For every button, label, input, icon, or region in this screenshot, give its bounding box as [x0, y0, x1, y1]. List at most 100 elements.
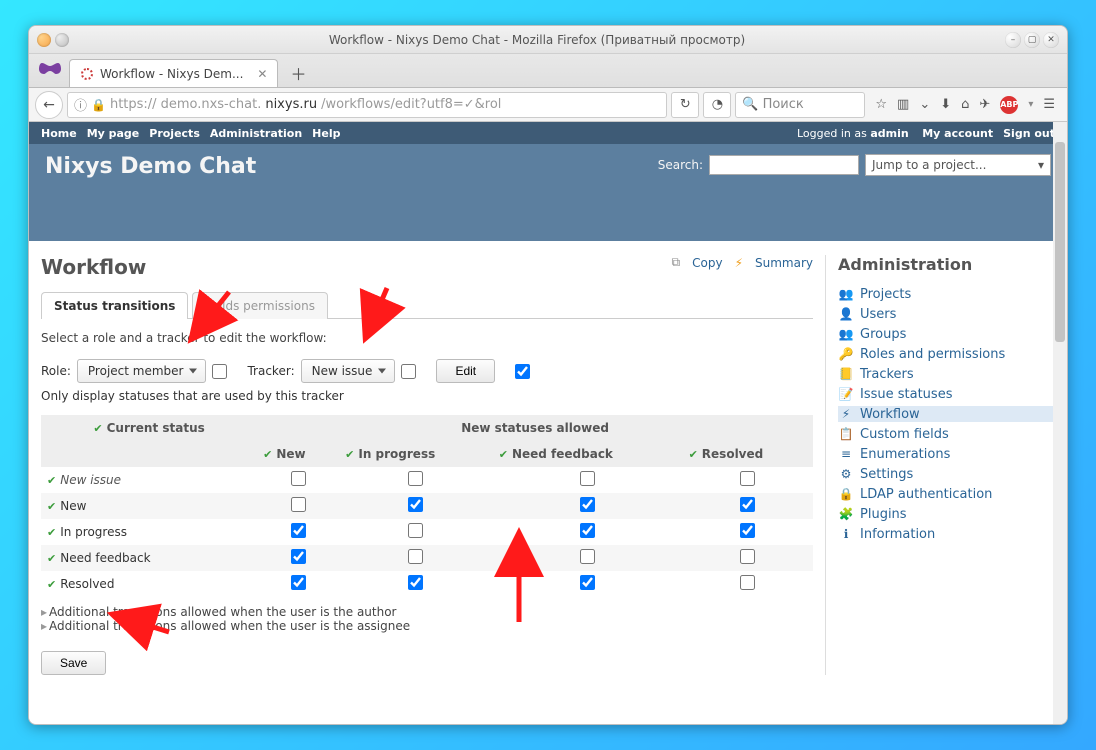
header-search-input[interactable]: [709, 155, 859, 175]
transition-checkbox[interactable]: [580, 523, 595, 538]
edit-button[interactable]: Edit: [436, 359, 495, 383]
transition-checkbox[interactable]: [740, 549, 755, 564]
browser-tabstrip: Workflow - Nixys Dem... ✕ ＋: [29, 54, 1067, 88]
sidebar-item-settings[interactable]: ⚙Settings: [838, 466, 1055, 482]
role-all-checkbox[interactable]: [212, 364, 227, 379]
topmenu-sign-out[interactable]: Sign out: [1003, 127, 1055, 140]
url-sub: demo.nxs-chat.: [161, 97, 262, 112]
tab-close-icon[interactable]: ✕: [257, 67, 267, 81]
sidebar-item-enumerations[interactable]: ≡Enumerations: [838, 446, 1055, 462]
window-titlebar: Workflow - Nixys Demo Chat - Mozilla Fir…: [29, 26, 1067, 54]
sidebar-item-groups[interactable]: 👥Groups: [838, 326, 1055, 342]
tab-status-transitions[interactable]: Status transitions: [41, 292, 188, 319]
sidebar-item-projects[interactable]: 👥Projects: [838, 286, 1055, 302]
transition-checkbox[interactable]: [580, 575, 595, 590]
reader-button[interactable]: ◔: [703, 92, 731, 118]
browser-search[interactable]: 🔍 Поиск: [735, 92, 865, 118]
reload-button[interactable]: ↻: [671, 92, 699, 118]
tracker-all-checkbox[interactable]: [401, 364, 416, 379]
sidebar-item-issue-statuses[interactable]: 📝Issue statuses: [838, 386, 1055, 402]
home-icon[interactable]: ⌂: [961, 97, 969, 112]
status-col-in-progress: ✔In progress: [339, 441, 493, 467]
tracker-dropdown[interactable]: New issue: [301, 359, 396, 383]
sidebar-icon: 🔒: [838, 486, 854, 502]
transition-checkbox[interactable]: [740, 497, 755, 512]
vertical-scrollbar[interactable]: [1053, 122, 1067, 724]
transition-checkbox[interactable]: [291, 497, 306, 512]
tab-fields-permissions[interactable]: Fields permissions: [192, 292, 328, 319]
adblock-icon[interactable]: ABP: [1000, 96, 1018, 114]
library-icon[interactable]: ▥: [897, 97, 909, 112]
header-search-label: Search:: [658, 158, 703, 172]
sidebar-icon: 👥: [838, 286, 854, 302]
menu-icon[interactable]: ☰: [1043, 97, 1055, 112]
topmenu-help[interactable]: Help: [312, 127, 340, 140]
table-row: ✔New issue: [41, 467, 813, 493]
transition-checkbox[interactable]: [408, 575, 423, 590]
sidebar-item-trackers[interactable]: 📒Trackers: [838, 366, 1055, 382]
sidebar-icon: ≡: [838, 446, 854, 462]
sidebar-item-custom-fields[interactable]: 📋Custom fields: [838, 426, 1055, 442]
maximize-button[interactable]: ▢: [1024, 32, 1040, 48]
adblock-dropdown-icon[interactable]: ▾: [1028, 99, 1033, 110]
project-jump-dropdown[interactable]: Jump to a project...▾: [865, 154, 1051, 176]
sidebar-item-roles-and-permissions[interactable]: 🔑 Roles and permissions: [838, 346, 1055, 362]
workspace-indicator: [37, 33, 51, 47]
transition-checkbox[interactable]: [408, 471, 423, 486]
sidebar-icon: ⚙: [838, 466, 854, 482]
topmenu-projects[interactable]: Projects: [149, 127, 200, 140]
copy-link[interactable]: Copy: [692, 256, 722, 270]
back-button[interactable]: ←: [35, 91, 63, 119]
transition-checkbox[interactable]: [580, 549, 595, 564]
col-new-header: New statuses allowed: [257, 415, 813, 441]
transition-checkbox[interactable]: [291, 523, 306, 538]
sidebar-icon: 🔑: [838, 346, 854, 362]
transition-checkbox[interactable]: [408, 549, 423, 564]
sidebar-label: Workflow: [860, 407, 920, 422]
sidebar-item-plugins[interactable]: 🧩Plugins: [838, 506, 1055, 522]
tracker-label: Tracker:: [247, 364, 294, 378]
save-button[interactable]: Save: [41, 651, 106, 675]
transition-checkbox[interactable]: [408, 523, 423, 538]
sidebar-item-workflow[interactable]: ⚡Workflow: [838, 406, 1055, 422]
topmenu-my-page[interactable]: My page: [87, 127, 140, 140]
pocket-icon[interactable]: ⌄: [919, 97, 930, 112]
check-icon: ✔: [47, 578, 56, 591]
sidebar-item-ldap-authentication[interactable]: 🔒LDAP authentication: [838, 486, 1055, 502]
table-row: ✔Resolved: [41, 571, 813, 597]
private-browsing-icon: [37, 57, 63, 83]
new-tab-button[interactable]: ＋: [286, 61, 310, 85]
transition-checkbox[interactable]: [740, 471, 755, 486]
transition-checkbox[interactable]: [291, 471, 306, 486]
transition-checkbox[interactable]: [291, 575, 306, 590]
bookmark-star-icon[interactable]: ☆: [875, 97, 887, 112]
sidebar-label: Roles and permissions: [860, 347, 1005, 362]
transition-checkbox[interactable]: [580, 471, 595, 486]
topmenu-administration[interactable]: Administration: [210, 127, 302, 140]
additional-author[interactable]: Additional transitions allowed when the …: [49, 605, 396, 619]
transition-checkbox[interactable]: [740, 575, 755, 590]
browser-tab[interactable]: Workflow - Nixys Dem... ✕: [69, 59, 278, 87]
minimize-button[interactable]: –: [1005, 32, 1021, 48]
send-icon[interactable]: ✈: [979, 97, 990, 112]
topmenu-my-account[interactable]: My account: [922, 127, 993, 140]
topmenu-home[interactable]: Home: [41, 127, 77, 140]
summary-link[interactable]: Summary: [755, 256, 813, 270]
additional-assignee[interactable]: Additional transitions allowed when the …: [49, 619, 410, 633]
sidebar-item-information[interactable]: ℹInformation: [838, 526, 1055, 542]
transition-checkbox[interactable]: [580, 497, 595, 512]
transition-checkbox[interactable]: [408, 497, 423, 512]
only-display-checkbox[interactable]: [515, 364, 530, 379]
expand-icon[interactable]: ▸: [41, 619, 47, 633]
downloads-icon[interactable]: ⬇: [940, 97, 951, 112]
identity-icon[interactable]: ⓘ: [74, 95, 87, 114]
url-bar[interactable]: ⓘ 🔒 https://demo.nxs-chat.nixys.ru/workf…: [67, 92, 667, 118]
role-dropdown[interactable]: Project member: [77, 359, 207, 383]
summary-icon: ⚡: [735, 256, 743, 270]
transition-checkbox[interactable]: [740, 523, 755, 538]
transition-checkbox[interactable]: [291, 549, 306, 564]
search-placeholder: Поиск: [763, 97, 804, 112]
expand-icon[interactable]: ▸: [41, 605, 47, 619]
close-button[interactable]: ✕: [1043, 32, 1059, 48]
sidebar-item-users[interactable]: 👤Users: [838, 306, 1055, 322]
